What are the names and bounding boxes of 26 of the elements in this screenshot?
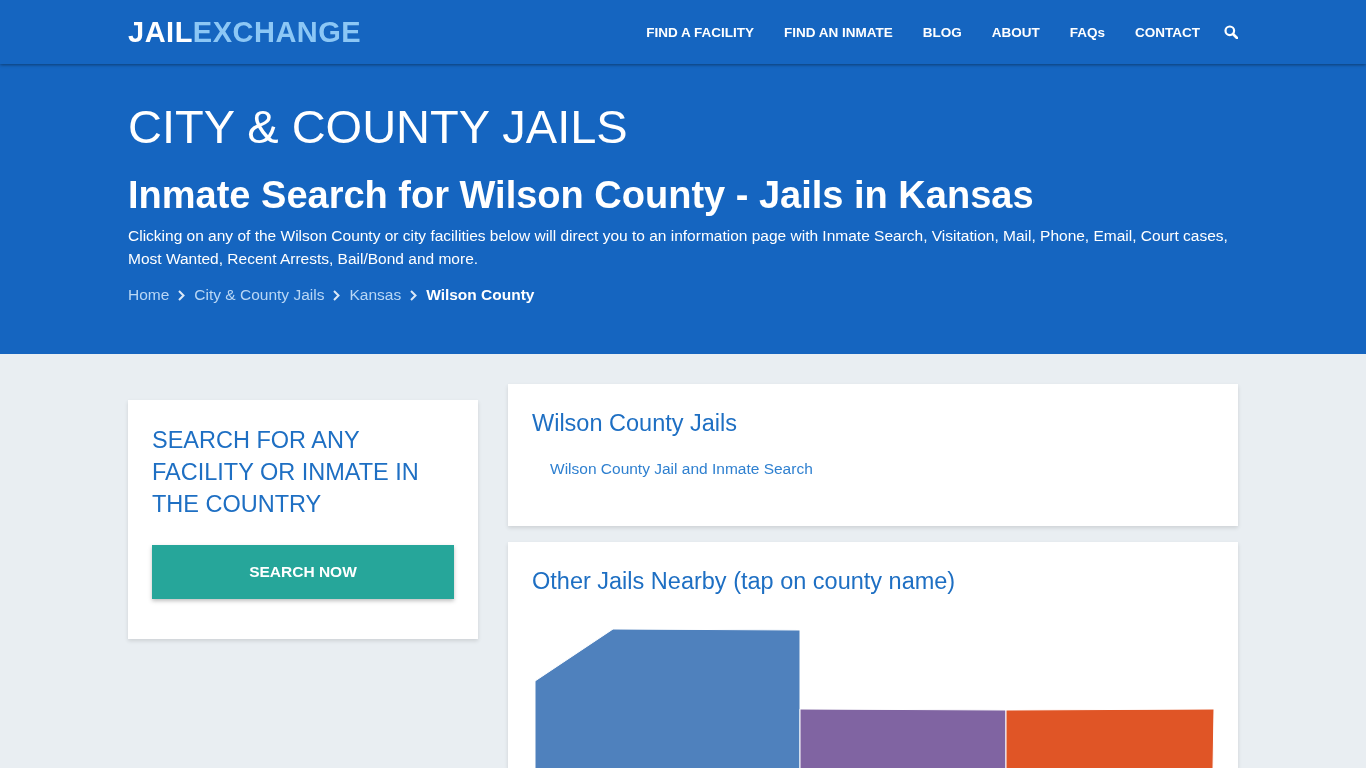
nav-link[interactable]: BLOG (922, 24, 962, 40)
county-shape[interactable] (799, 708, 1007, 768)
jails-card-heading: Wilson County Jails (532, 409, 739, 438)
breadcrumb-link[interactable]: Kansas (349, 286, 402, 304)
page-subtitle: Inmate Search for Wilson County - Jails in Kansas (128, 173, 1035, 218)
nearby-card-heading: Other Jails Nearby (tap on county name) (532, 567, 957, 596)
intro-paragraph: Clicking on any of the Wilson County or city facilities below will direct you to an information page with Inmate Search, Visitation, Mail, Phone, Email, Court cases, Most Wanted, Recent Arrests, Bail/Bond and more. (128, 226, 1229, 269)
nav-link[interactable]: FIND A FACILITY (646, 24, 754, 40)
county-shape[interactable] (1005, 708, 1215, 768)
county-shape[interactable] (535, 629, 801, 768)
page-title: CITY & COUNTY JAILS (128, 100, 629, 154)
chevron-icon (410, 289, 418, 301)
search-now-button[interactable]: SEARCH NOW (152, 545, 454, 599)
breadcrumb-current: Wilson County (426, 286, 535, 304)
nav-link[interactable]: FIND AN INMATE (784, 24, 893, 40)
search-icon[interactable] (1224, 25, 1238, 39)
chevron-icon (178, 289, 186, 301)
site-logo[interactable]: JAILEXCHANGE (128, 15, 362, 49)
breadcrumb-link[interactable]: City & County Jails (194, 286, 325, 304)
jail-link[interactable]: Wilson County Jail and Inmate Search (550, 460, 813, 478)
nav-link[interactable]: ABOUT (991, 24, 1040, 40)
nav-link[interactable]: CONTACT (1135, 24, 1200, 40)
search-card-heading: SEARCH FOR ANY FACILITY OR INMATE IN THE COUNTRY (152, 426, 420, 519)
breadcrumb-link[interactable]: Home (128, 286, 170, 304)
nav-link[interactable]: FAQs (1069, 24, 1105, 40)
chevron-icon (333, 289, 341, 301)
